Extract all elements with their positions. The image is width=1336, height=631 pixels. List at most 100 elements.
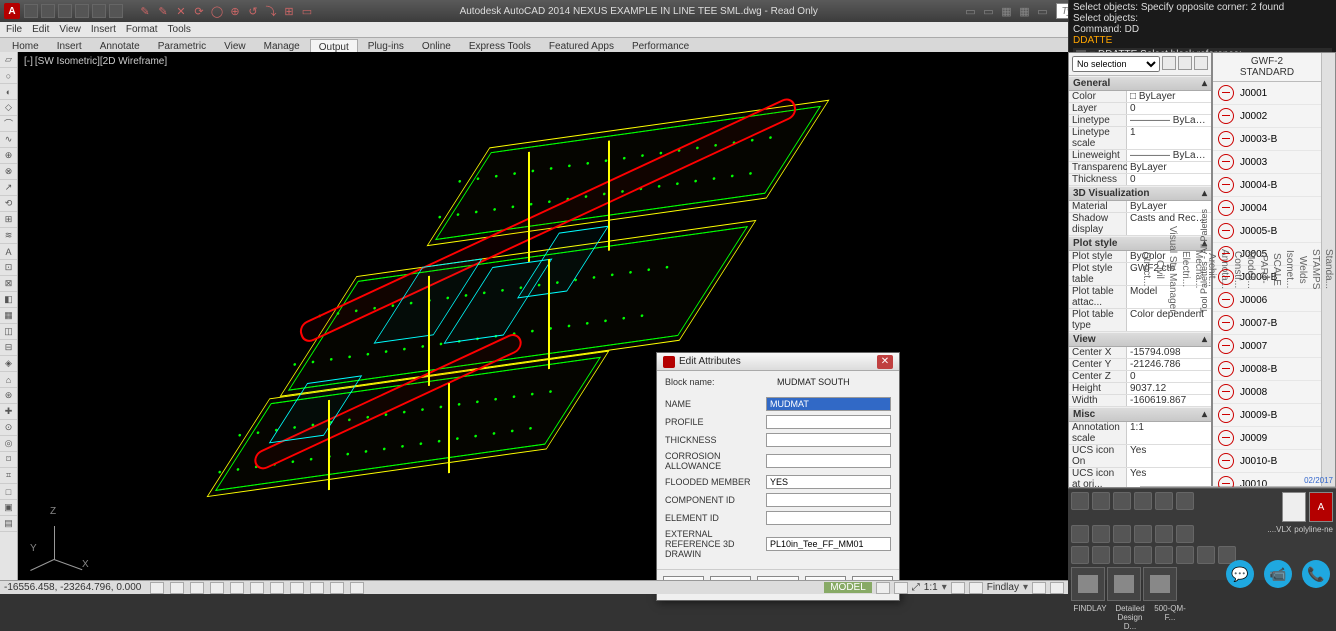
phone-bubble-icon[interactable]: 📞 [1302, 560, 1330, 588]
left-tool-icon[interactable]: ↗ [0, 180, 17, 196]
snap-toggle[interactable] [150, 582, 164, 594]
taskbar-item-findlay[interactable] [1071, 567, 1105, 601]
draw-tool-icon[interactable]: ✎ [155, 3, 171, 19]
attr-input-profile[interactable] [766, 415, 891, 429]
tray-icon[interactable] [1134, 525, 1152, 543]
otrack-toggle[interactable] [250, 582, 264, 594]
tray-icon[interactable] [1155, 492, 1173, 510]
menu-edit[interactable]: Edit [32, 24, 49, 35]
annotation-scale[interactable]: 1:1 [924, 582, 938, 593]
draw-tool-icon[interactable]: ▭ [299, 3, 315, 19]
osnap-toggle[interactable] [230, 582, 244, 594]
view-mode-icon[interactable]: ▭ [962, 3, 978, 19]
qat-save-icon[interactable] [58, 4, 72, 18]
model-space-tab[interactable]: MODEL [824, 582, 872, 593]
status-icon[interactable] [894, 582, 908, 594]
left-tool-icon[interactable]: A [0, 244, 17, 260]
dialog-titlebar[interactable]: Edit Attributes ✕ [657, 353, 899, 371]
lsp-file-icon[interactable]: A [1309, 492, 1333, 522]
left-tool-icon[interactable]: ∿ [0, 132, 17, 148]
left-tool-icon[interactable]: ⌒ [0, 116, 17, 132]
left-tool-icon[interactable]: ⊗ [0, 164, 17, 180]
workspace-label[interactable]: Findlay [987, 582, 1019, 593]
palette-side-tab[interactable]: Welds [1296, 53, 1309, 487]
palette-side-tab[interactable]: STAMPS [1309, 53, 1322, 487]
attr-input-element-id[interactable] [766, 511, 891, 525]
qat-open-icon[interactable] [41, 4, 55, 18]
left-tool-icon[interactable]: ≋ [0, 228, 17, 244]
menu-insert[interactable]: Insert [91, 24, 116, 35]
left-tool-icon[interactable]: ○ [0, 68, 17, 84]
palette-side-tab[interactable]: Electri... [1179, 53, 1192, 487]
left-tool-icon[interactable]: ⊠ [0, 276, 17, 292]
left-tool-icon[interactable]: ⊙ [0, 420, 17, 436]
view-mode-icon[interactable]: ▦ [998, 3, 1014, 19]
ortho-toggle[interactable] [190, 582, 204, 594]
draw-tool-icon[interactable]: ⤵ [263, 3, 279, 19]
menu-tools[interactable]: Tools [168, 24, 191, 35]
left-tool-icon[interactable]: ⊡ [0, 260, 17, 276]
menu-file[interactable]: File [6, 24, 22, 35]
tray-icon[interactable] [1155, 546, 1173, 564]
left-tool-icon[interactable]: ▤ [0, 516, 17, 532]
attr-input-component-id[interactable] [766, 493, 891, 507]
draw-tool-icon[interactable]: ✕ [173, 3, 189, 19]
menu-view[interactable]: View [59, 24, 81, 35]
tray-icon[interactable] [1071, 546, 1089, 564]
status-icon[interactable] [951, 582, 965, 594]
palette-side-tab[interactable]: Civil [1153, 53, 1166, 487]
tray-icon[interactable] [1134, 546, 1152, 564]
left-tool-icon[interactable]: ⟲ [0, 196, 17, 212]
left-tool-icon[interactable]: ◫ [0, 324, 17, 340]
dialog-close-button[interactable]: ✕ [877, 355, 893, 369]
edit-attributes-dialog[interactable]: Edit Attributes ✕ Block name: MUDMAT SOU… [656, 352, 900, 601]
draw-tool-icon[interactable]: ⟳ [191, 3, 207, 19]
draw-tool-icon[interactable]: ✎ [137, 3, 153, 19]
status-icon[interactable] [876, 582, 890, 594]
tray-icon[interactable] [1113, 546, 1131, 564]
left-tool-icon[interactable]: ⌗ [0, 468, 17, 484]
left-tool-icon[interactable]: ◇ [0, 100, 17, 116]
tray-icon[interactable] [1176, 546, 1194, 564]
palette-side-tab[interactable]: SCALE [1270, 53, 1283, 487]
draw-tool-icon[interactable]: ↺ [245, 3, 261, 19]
anno-scale-icon[interactable]: ⤢ [912, 582, 920, 593]
tray-icon[interactable] [1092, 492, 1110, 510]
ds-toggle[interactable] [350, 582, 364, 594]
sc-toggle[interactable] [330, 582, 344, 594]
attr-input-flooded-member[interactable] [766, 475, 891, 489]
tray-icon[interactable] [1071, 525, 1089, 543]
view-mode-icon[interactable]: ▭ [980, 3, 996, 19]
view-mode-icon[interactable]: ▦ [1016, 3, 1032, 19]
chat-bubble-icon[interactable]: 💬 [1226, 560, 1254, 588]
view-mode-icon[interactable]: ▭ [1034, 3, 1050, 19]
dyn-toggle[interactable] [270, 582, 284, 594]
tray-icon[interactable] [1113, 492, 1131, 510]
app-logo[interactable]: A [4, 3, 20, 19]
tray-icon[interactable] [1155, 525, 1173, 543]
tray-icon[interactable] [1134, 492, 1152, 510]
taskbar-item-design[interactable] [1107, 567, 1141, 601]
left-tool-icon[interactable]: ▱ [0, 52, 17, 68]
draw-tool-icon[interactable]: ⊞ [281, 3, 297, 19]
draw-tool-icon[interactable]: ◯ [209, 3, 225, 19]
qat-new-icon[interactable] [24, 4, 38, 18]
view-label[interactable]: [SW Isometric][2D Wireframe] [24, 56, 167, 67]
left-tool-icon[interactable]: ◎ [0, 436, 17, 452]
menu-format[interactable]: Format [126, 24, 158, 35]
palette-side-tab[interactable]: Visual Sty Manager [1166, 53, 1179, 487]
status-icon[interactable] [1050, 582, 1064, 594]
left-tool-icon[interactable]: ▦ [0, 308, 17, 324]
left-tool-icon[interactable]: ⊕ [0, 148, 17, 164]
left-tool-icon[interactable]: ◈ [0, 356, 17, 372]
palette-side-tab[interactable]: Standa... [1322, 53, 1335, 487]
tray-icon[interactable] [1092, 546, 1110, 564]
qat-redo-icon[interactable] [92, 4, 106, 18]
attr-input-name[interactable] [766, 397, 891, 411]
tray-icon[interactable] [1176, 525, 1194, 543]
qp-toggle[interactable] [310, 582, 324, 594]
left-tool-icon[interactable]: ▣ [0, 500, 17, 516]
status-icon[interactable] [1032, 582, 1046, 594]
polar-toggle[interactable] [210, 582, 224, 594]
draw-tool-icon[interactable]: ⊕ [227, 3, 243, 19]
